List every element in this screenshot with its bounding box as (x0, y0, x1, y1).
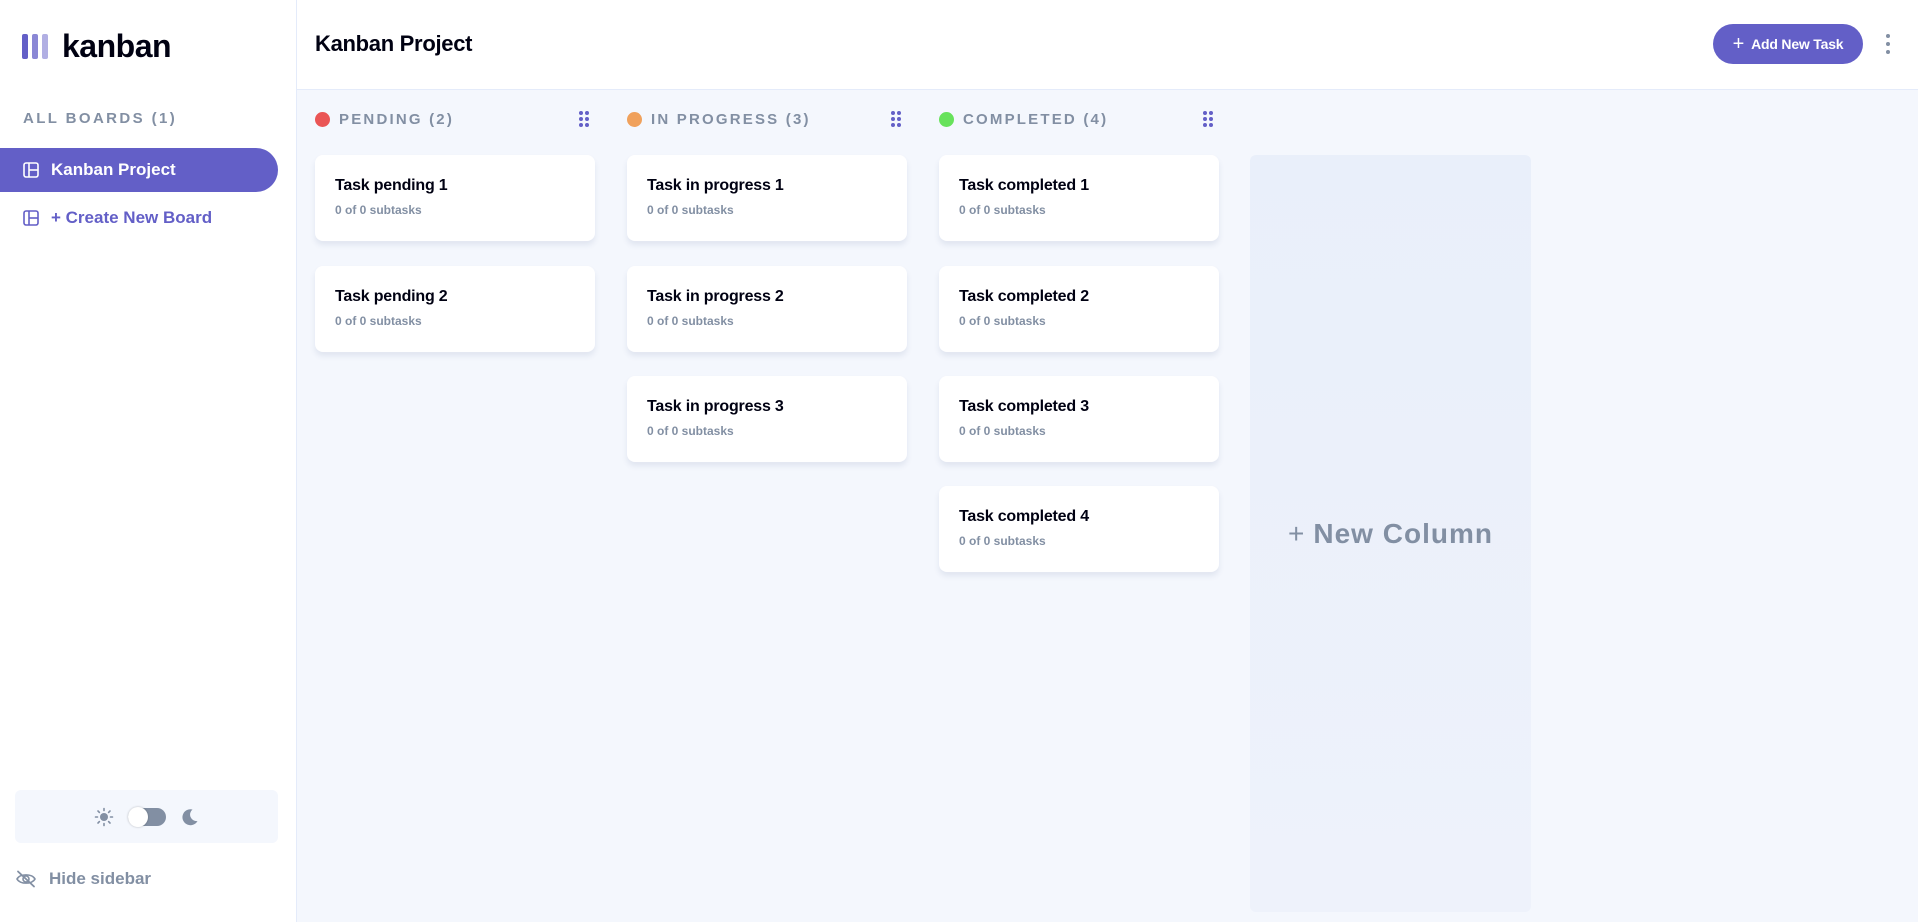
drag-handle-icon[interactable] (1203, 111, 1213, 127)
column-pending: PENDING (2) Task pending 1 0 of 0 subtas… (315, 108, 595, 352)
task-subtasks: 0 of 0 subtasks (335, 314, 422, 328)
board-icon (23, 162, 39, 178)
task-title: Task pending 1 (335, 177, 448, 194)
column-header: IN PROGRESS (3) (627, 108, 907, 130)
column-header: COMPLETED (4) (939, 108, 1219, 130)
task-card[interactable]: Task completed 3 0 of 0 subtasks (939, 376, 1219, 462)
top-header: Kanban Project + Add New Task (297, 0, 1918, 90)
task-subtasks: 0 of 0 subtasks (647, 424, 734, 438)
column-color-dot (939, 111, 954, 127)
new-column-label: + New Column (1288, 518, 1493, 550)
task-card[interactable]: Task completed 2 0 of 0 subtasks (939, 266, 1219, 352)
column-completed: COMPLETED (4) Task completed 1 0 of 0 su… (939, 108, 1219, 572)
task-subtasks: 0 of 0 subtasks (959, 314, 1046, 328)
column-title: PENDING (2) (339, 110, 455, 128)
column-title: IN PROGRESS (3) (651, 110, 811, 128)
add-new-task-label: Add New Task (1751, 36, 1844, 52)
vertical-ellipsis-icon[interactable] (1882, 33, 1894, 55)
toggle-knob (127, 806, 148, 827)
drag-handle-icon[interactable] (579, 111, 589, 127)
column-title: COMPLETED (4) (963, 110, 1109, 128)
task-card[interactable]: Task pending 1 0 of 0 subtasks (315, 155, 595, 241)
board-icon (23, 210, 39, 226)
task-subtasks: 0 of 0 subtasks (959, 424, 1046, 438)
new-column-text: New Column (1313, 517, 1493, 549)
task-subtasks: 0 of 0 subtasks (959, 534, 1046, 548)
theme-toggle[interactable] (127, 806, 166, 827)
hide-sidebar-label: Hide sidebar (49, 869, 152, 888)
moon-icon (181, 808, 197, 825)
task-subtasks: 0 of 0 subtasks (959, 203, 1046, 217)
app-logo: kanban (22, 28, 172, 65)
sidebar-board-label: Kanban Project (51, 160, 176, 179)
column-color-dot (315, 111, 330, 127)
all-boards-heading: ALL BOARDS (1) (23, 110, 178, 127)
column-in-progress: IN PROGRESS (3) Task in progress 1 0 of … (627, 108, 907, 462)
task-card[interactable]: Task in progress 2 0 of 0 subtasks (627, 266, 907, 352)
sidebar-board-kanban-project[interactable]: Kanban Project (0, 148, 278, 192)
task-subtasks: 0 of 0 subtasks (647, 203, 734, 217)
task-title: Task in progress 3 (647, 398, 784, 415)
create-new-board-button[interactable]: + Create New Board (0, 196, 278, 240)
page-title: Kanban Project (315, 31, 473, 56)
plus-icon: + (1288, 517, 1306, 549)
add-new-task-button[interactable]: + Add New Task (1713, 24, 1863, 64)
eye-slash-icon (16, 870, 36, 888)
new-column-button[interactable]: + New Column (1250, 155, 1531, 912)
task-card[interactable]: Task in progress 3 0 of 0 subtasks (627, 376, 907, 462)
task-title: Task in progress 2 (647, 288, 784, 305)
drag-handle-icon[interactable] (891, 111, 901, 127)
task-title: Task in progress 1 (647, 177, 784, 194)
task-title: Task completed 4 (959, 508, 1089, 525)
task-title: Task completed 1 (959, 177, 1089, 194)
create-new-board-label: + Create New Board (51, 208, 213, 227)
task-title: Task completed 2 (959, 288, 1089, 305)
task-card[interactable]: Task in progress 1 0 of 0 subtasks (627, 155, 907, 241)
plus-icon: + (1732, 33, 1745, 55)
task-subtasks: 0 of 0 subtasks (335, 203, 422, 217)
task-title: Task completed 3 (959, 398, 1089, 415)
hide-sidebar-button[interactable]: Hide sidebar (15, 869, 151, 889)
task-subtasks: 0 of 0 subtasks (647, 314, 734, 328)
logo-text: kanban (62, 28, 172, 64)
task-title: Task pending 2 (335, 288, 448, 305)
sidebar: kanban ALL BOARDS (1) Kanban Project + C… (0, 0, 297, 922)
column-color-dot (627, 111, 642, 127)
column-header: PENDING (2) (315, 108, 595, 130)
theme-switcher (15, 790, 278, 843)
task-card[interactable]: Task completed 4 0 of 0 subtasks (939, 486, 1219, 572)
sun-icon (94, 807, 113, 826)
logo-bars-icon (22, 34, 48, 59)
task-card[interactable]: Task completed 1 0 of 0 subtasks (939, 155, 1219, 241)
task-card[interactable]: Task pending 2 0 of 0 subtasks (315, 266, 595, 352)
